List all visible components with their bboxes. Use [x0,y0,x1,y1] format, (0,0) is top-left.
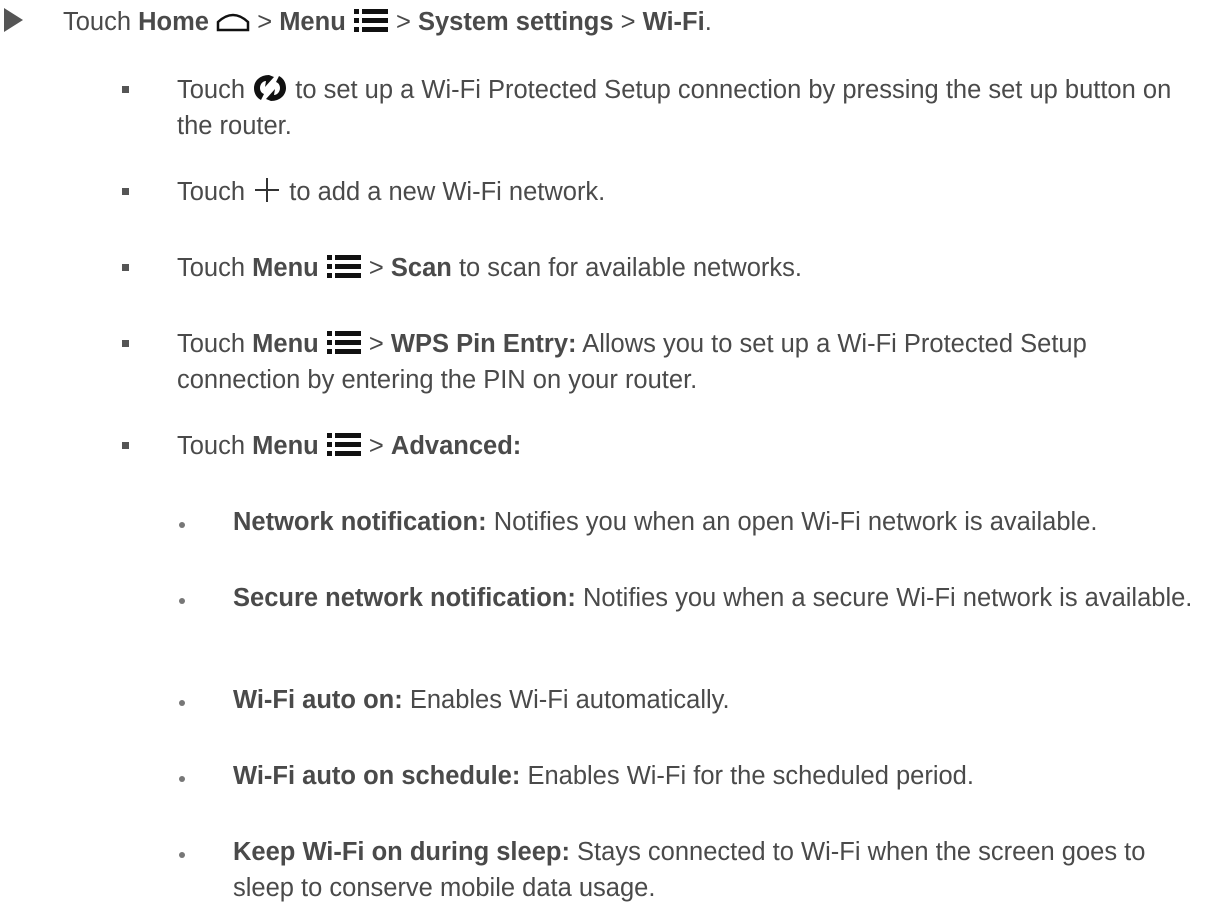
bullet-menu-label: Menu [252,254,319,282]
step-home-label: Home [138,8,209,36]
bullet-action: Advanced: [390,432,522,460]
menu-icon [353,8,388,32]
bullet-action: Scan [390,254,452,282]
square-bullet-icon [122,86,129,93]
bullet-touch: Touch [177,178,246,206]
option-label: Keep Wi-Fi on during sleep: [233,838,570,866]
step-menu-label: Menu [279,8,346,36]
option-description: Enables Wi-Fi automatically. [409,686,730,714]
dot-bullet-icon [179,700,185,706]
menu-icon [326,330,361,354]
plus-icon [255,178,280,203]
step-wifi: Wi-Fi [642,8,705,36]
wps-icon [254,75,287,102]
option-label: Wi-Fi auto on schedule: [233,762,521,790]
bullet-touch: Touch [177,432,246,460]
bullet-text: to set up a Wi-Fi Protected Setup connec… [177,76,1172,141]
dot-bullet-icon [179,852,185,858]
bullet-touch: Touch [177,330,246,358]
bullet-separator: > [368,432,384,460]
dot-bullet-icon [179,598,185,604]
square-bullet-icon [122,340,129,347]
step-separator: > [257,8,273,36]
bullet-menu-label: Menu [252,432,319,460]
menu-icon [326,432,361,456]
option-label: Wi-Fi auto on: [233,686,403,714]
bullet-menu-label: Menu [252,330,319,358]
step-instruction: Touch Home > Menu > System settings > Wi… [0,4,1215,44]
bullet-text: to scan for available networks. [458,254,802,282]
step-system-settings: System settings [417,8,614,36]
bullet-text: to add a new Wi-Fi network. [289,178,606,206]
option-description: Enables Wi-Fi for the scheduled period. [527,762,974,790]
dot-bullet-icon [179,776,185,782]
bullet-separator: > [368,330,384,358]
option-description: Notifies you when a secure Wi-Fi network… [582,584,1193,612]
square-bullet-icon [122,264,129,271]
step-touch: Touch [63,8,132,36]
square-bullet-icon [122,442,129,449]
option-label: Secure network notification: [233,584,576,612]
bullet-action: WPS Pin Entry: [390,330,577,358]
menu-icon [326,254,361,278]
step-separator: > [395,8,411,36]
home-icon [216,14,250,32]
bullet-separator: > [368,254,384,282]
dot-bullet-icon [179,522,185,528]
bullet-touch: Touch [177,76,246,104]
step-period: . [704,8,712,36]
bullet-touch: Touch [177,254,246,282]
square-bullet-icon [122,188,129,195]
option-description: Notifies you when an open Wi-Fi network … [493,508,1098,536]
option-label: Network notification: [233,508,487,536]
step-separator: > [620,8,636,36]
triangle-arrow-icon [4,8,23,32]
